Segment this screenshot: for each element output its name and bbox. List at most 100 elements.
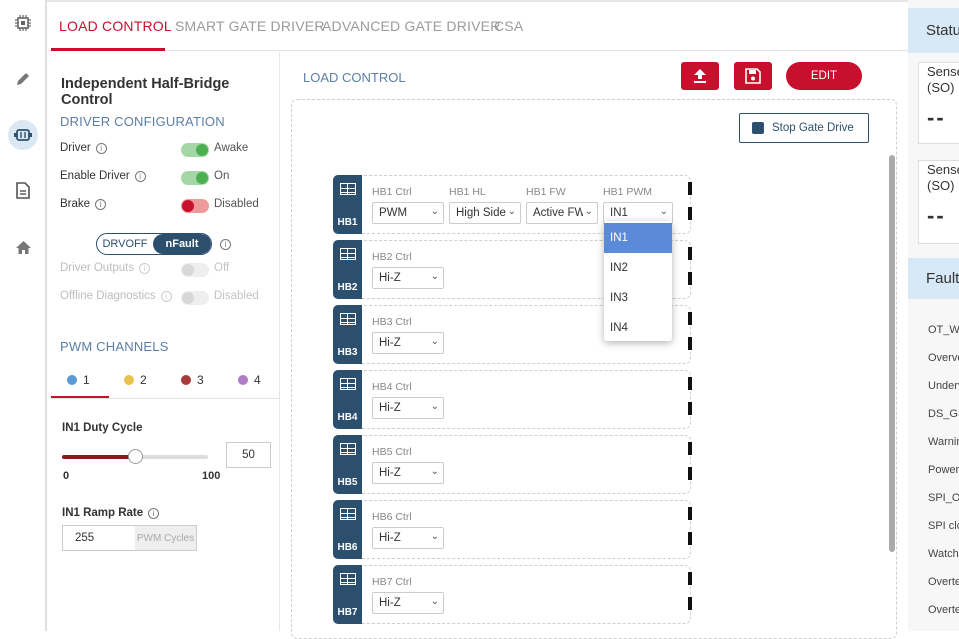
duty-cycle-label: IN1 Duty Cycle xyxy=(62,422,143,434)
grid-icon xyxy=(339,508,356,520)
hb-badge: HB4 xyxy=(333,370,362,429)
home-icon[interactable] xyxy=(8,232,38,262)
driver-label: Driver i xyxy=(60,142,107,154)
grid-icon xyxy=(339,573,356,585)
chip-icon[interactable] xyxy=(8,8,38,38)
dropdown-option-in4[interactable]: IN4 xyxy=(604,313,672,343)
hb-badge: HB3 xyxy=(333,305,362,364)
hb-ctrl-select[interactable]: Hi-Z ⌄ xyxy=(372,267,444,289)
grid-icon xyxy=(339,378,356,390)
sense-card-2: Sense (SO) -- xyxy=(918,160,959,244)
ramp-rate-input[interactable]: 255 xyxy=(63,526,135,550)
hb-badge: HB1 xyxy=(333,175,362,234)
tab-csa[interactable]: CSA xyxy=(494,18,523,34)
dropdown-option-in3[interactable]: IN3 xyxy=(604,283,672,313)
fault-item: Overte xyxy=(928,604,959,616)
brake-toggle[interactable] xyxy=(181,199,209,213)
fault-item: Underv xyxy=(928,380,959,392)
hb-ctrl-label: HB4 Ctrl xyxy=(372,381,412,393)
chevron-down-icon: ⌄ xyxy=(428,596,439,607)
hb-ctrl-label: HB7 Ctrl xyxy=(372,576,412,588)
pwm-channel-tab-3[interactable]: 3 xyxy=(181,373,204,387)
upload-button[interactable] xyxy=(681,62,719,90)
chevron-down-icon: ⌄ xyxy=(582,206,593,217)
hb-row-5: HB5 HB5 Ctrl Hi-Z ⌄ xyxy=(333,435,691,494)
channel-color-dot xyxy=(124,375,134,385)
driver-config-heading: DRIVER CONFIGURATION xyxy=(60,114,225,129)
drvoff-nfault-switch[interactable]: DRVOFF nFault xyxy=(96,233,212,255)
save-button[interactable] xyxy=(734,62,772,90)
hb-ctrl-select[interactable]: Hi-Z ⌄ xyxy=(372,592,444,614)
info-icon[interactable]: i xyxy=(134,170,146,182)
info-icon[interactable]: i xyxy=(220,239,231,250)
channel-color-dot xyxy=(181,375,191,385)
tab-load-control[interactable]: LOAD CONTROL xyxy=(59,18,172,34)
status-heading: Status xyxy=(908,8,959,53)
channel-color-dot xyxy=(238,375,248,385)
dropdown-option-in2[interactable]: IN2 xyxy=(604,253,672,283)
stop-icon xyxy=(752,122,764,134)
enable-driver-toggle[interactable] xyxy=(181,171,209,185)
pwm-channel-tab-4[interactable]: 4 xyxy=(238,373,261,387)
ramp-rate-field: 255 PWM Cycles xyxy=(62,525,197,551)
pwm-dropdown-menu: IN1 IN2 IN3 IN4 xyxy=(604,221,672,341)
fault-item: Overvo xyxy=(928,352,959,364)
left-panel: Independent Half-Bridge Control DRIVER C… xyxy=(48,52,280,631)
pwm-channel-tab-2[interactable]: 2 xyxy=(124,373,147,387)
drvoff-option[interactable]: DRVOFF xyxy=(97,234,153,254)
driver-toggle[interactable] xyxy=(181,143,209,157)
tab-smart-gate-driver[interactable]: SMART GATE DRIVER xyxy=(175,18,325,34)
duty-cycle-slider[interactable] xyxy=(62,449,208,464)
hb-ctrl-select[interactable]: Hi-Z ⌄ xyxy=(372,397,444,419)
fault-item: OT_WI xyxy=(928,324,959,336)
active-tab-indicator xyxy=(51,48,165,51)
enable-driver-label: Enable Driver i xyxy=(60,170,146,182)
upload-icon xyxy=(694,69,706,83)
driver-outputs-label: Driver Outputs i xyxy=(60,262,151,274)
scrollbar[interactable] xyxy=(889,155,895,552)
stop-gate-drive-button[interactable]: Stop Gate Drive xyxy=(739,113,869,143)
divider xyxy=(51,398,279,399)
hb-ctrl-label: HB2 Ctrl xyxy=(372,251,412,263)
hb-hl-select[interactable]: High Side ⌄ xyxy=(449,202,521,224)
pwm-channel-tab-1[interactable]: 1 xyxy=(67,373,90,387)
hb-ctrl-label: HB6 Ctrl xyxy=(372,511,412,523)
status-panel: Status Sense (SO) -- Sense (SO) -- Fault… xyxy=(908,0,959,631)
offline-diagnostics-state: Disabled xyxy=(214,290,259,302)
hb-row-7: HB7 HB7 Ctrl Hi-Z ⌄ xyxy=(333,565,691,624)
chevron-down-icon: ⌄ xyxy=(428,206,439,217)
hb-fw-select[interactable]: Active FW ⌄ xyxy=(526,202,598,224)
pencil-icon[interactable] xyxy=(8,64,38,94)
fault-item: Watch xyxy=(928,548,959,560)
hb-ctrl-select[interactable]: Hi-Z ⌄ xyxy=(372,462,444,484)
fault-item: SPI_OI xyxy=(928,492,959,504)
slider-handle[interactable] xyxy=(128,449,143,464)
hb-ctrl-label: HB1 Ctrl xyxy=(372,186,412,198)
info-icon[interactable]: i xyxy=(148,507,160,519)
chevron-down-icon: ⌄ xyxy=(428,531,439,542)
info-icon[interactable]: i xyxy=(95,198,107,210)
nfault-option[interactable]: nFault xyxy=(153,234,211,254)
motor-icon[interactable] xyxy=(8,120,38,150)
hb-hl-label: HB1 HL xyxy=(449,186,486,198)
slider-min-label: 0 xyxy=(63,470,70,482)
hb-ctrl-select[interactable]: Hi-Z ⌄ xyxy=(372,527,444,549)
slider-fill xyxy=(62,455,135,459)
section-title: LOAD CONTROL xyxy=(303,70,406,85)
enable-driver-state: On xyxy=(214,170,230,182)
grid-icon xyxy=(339,248,356,260)
info-icon[interactable]: i xyxy=(95,142,107,154)
driver-outputs-toggle xyxy=(181,263,209,277)
hb-ctrl-label: HB5 Ctrl xyxy=(372,446,412,458)
edit-button[interactable]: EDIT xyxy=(786,62,862,90)
channel-color-dot xyxy=(67,375,77,385)
chevron-down-icon: ⌄ xyxy=(428,336,439,347)
slider-max-label: 100 xyxy=(202,470,221,482)
dropdown-option-in1[interactable]: IN1 xyxy=(604,223,672,253)
document-icon[interactable] xyxy=(8,175,38,205)
hb-badge: HB6 xyxy=(333,500,362,559)
hb-ctrl-select[interactable]: PWM ⌄ xyxy=(372,202,444,224)
tab-advanced-gate-driver[interactable]: ADVANCED GATE DRIVER xyxy=(322,18,501,34)
hb-ctrl-select[interactable]: Hi-Z ⌄ xyxy=(372,332,444,354)
duty-cycle-input[interactable]: 50 xyxy=(226,442,271,468)
